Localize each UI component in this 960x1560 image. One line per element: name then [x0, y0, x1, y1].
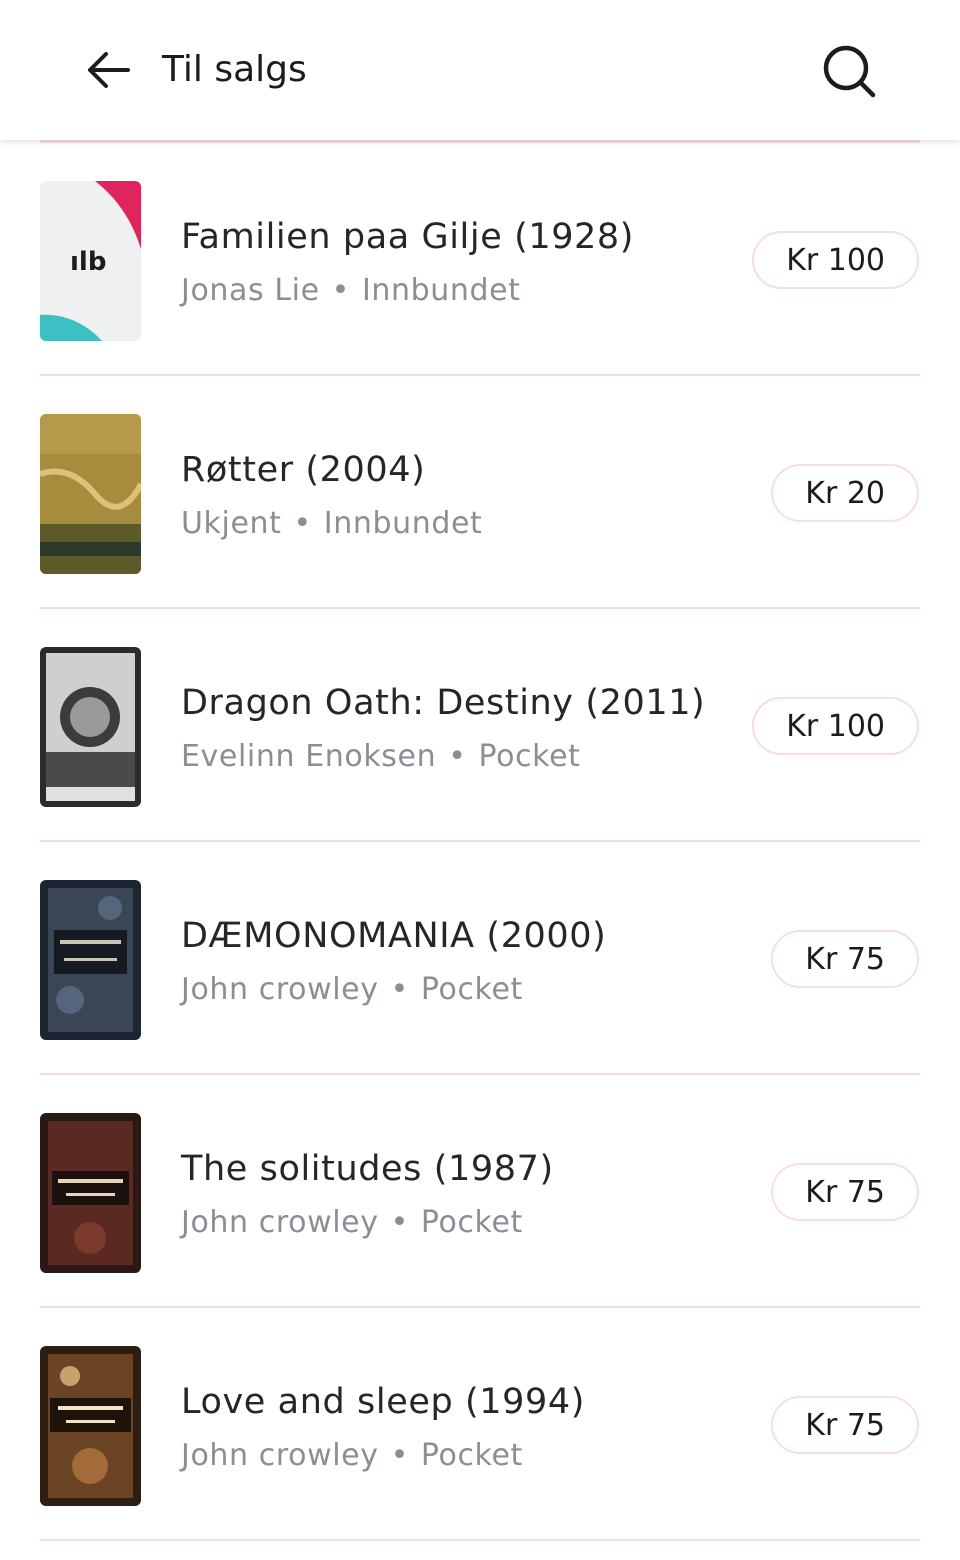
- meta-separator: •: [448, 739, 467, 774]
- book-format: Pocket: [478, 739, 581, 774]
- book-cover-image: [40, 647, 141, 807]
- book-meta: John crowley • Pocket: [181, 1203, 523, 1243]
- book-title: The solitudes (1987): [181, 1149, 554, 1189]
- book-format: Pocket: [420, 1205, 523, 1240]
- book-list-item[interactable]: Dragon Oath: Destiny (2011) Evelinn Enok…: [0, 609, 960, 842]
- page-title: Til salgs: [162, 49, 307, 90]
- book-list-item[interactable]: Røtter (2004) Ukjent • Innbundet Kr 20: [0, 376, 960, 609]
- search-button[interactable]: [818, 42, 880, 100]
- book-cover-image: [40, 1346, 141, 1506]
- book-cover-image: [40, 880, 141, 1040]
- book-title: Dragon Oath: Destiny (2011): [181, 683, 706, 723]
- book-author: Evelinn Enoksen: [181, 739, 437, 774]
- book-list-item[interactable]: DÆMONOMANIA (2000) John crowley • Pocket K…: [0, 842, 960, 1075]
- book-author: Jonas Lie: [181, 273, 320, 308]
- price-badge[interactable]: Kr 75: [771, 1396, 919, 1454]
- book-format: Pocket: [420, 972, 523, 1007]
- book-meta: Jonas Lie • Innbundet: [181, 271, 521, 311]
- back-button[interactable]: [80, 44, 136, 96]
- book-title: Love and sleep (1994): [181, 1382, 585, 1422]
- book-format: Innbundet: [361, 273, 521, 308]
- meta-separator: •: [390, 972, 409, 1007]
- book-title: Røtter (2004): [181, 450, 426, 490]
- book-meta: John crowley • Pocket: [181, 970, 523, 1010]
- book-list-item[interactable]: ılb Familien paa Gilje (1928) Jonas Lie •…: [0, 143, 960, 376]
- cover-logo-text: ılb: [70, 247, 106, 277]
- meta-separator: •: [390, 1205, 409, 1240]
- arrow-left-icon: [88, 52, 130, 88]
- book-meta: Ukjent • Innbundet: [181, 504, 482, 544]
- book-cover-image: [40, 414, 141, 574]
- price-badge[interactable]: Kr 100: [752, 231, 919, 289]
- price-badge[interactable]: Kr 75: [771, 930, 919, 988]
- book-list-item[interactable]: Love and sleep (1994) John crowley • Pocke…: [0, 1308, 960, 1541]
- book-author: John crowley: [181, 1205, 379, 1240]
- book-cover-image: [40, 1113, 141, 1273]
- price-badge[interactable]: Kr 75: [771, 1163, 919, 1221]
- app-header: Til salgs: [0, 0, 960, 140]
- search-icon: [823, 45, 876, 98]
- book-format: Innbundet: [323, 506, 483, 541]
- price-badge[interactable]: Kr 100: [752, 697, 919, 755]
- book-title: DÆMONOMANIA (2000): [181, 916, 607, 956]
- book-author: Ukjent: [181, 506, 282, 541]
- book-format: Pocket: [420, 1438, 523, 1473]
- book-cover-image: ılb: [40, 181, 141, 341]
- book-meta: John crowley • Pocket: [181, 1436, 523, 1476]
- price-badge[interactable]: Kr 20: [771, 464, 919, 522]
- meta-separator: •: [331, 273, 350, 308]
- book-title: Familien paa Gilje (1928): [181, 217, 635, 257]
- book-author: John crowley: [181, 972, 379, 1007]
- meta-separator: •: [390, 1438, 409, 1473]
- meta-separator: •: [293, 506, 312, 541]
- row-divider: [40, 1539, 920, 1541]
- book-author: John crowley: [181, 1438, 379, 1473]
- book-list-item[interactable]: The solitudes (1987) John crowley • Pocket…: [0, 1075, 960, 1308]
- book-meta: Evelinn Enoksen • Pocket: [181, 737, 581, 777]
